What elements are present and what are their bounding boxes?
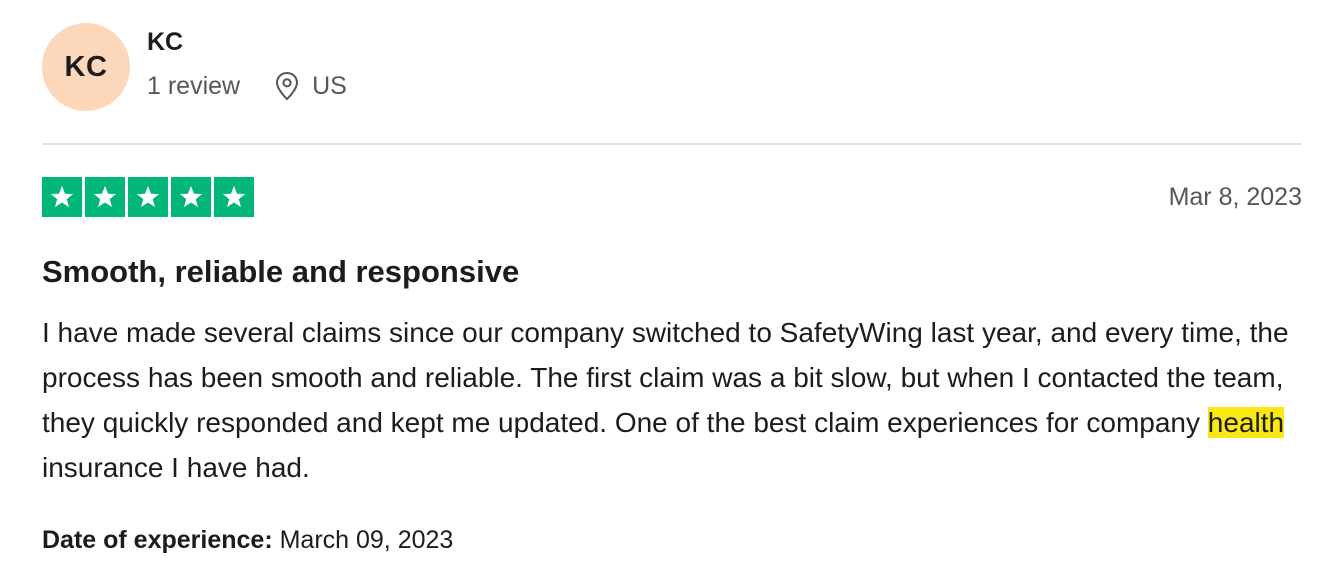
location-country: US	[312, 72, 347, 100]
avatar-initials: KC	[64, 50, 108, 83]
review-body-text: I have made several claims since our com…	[42, 317, 1289, 438]
star-icon	[171, 177, 211, 217]
review-card: KC KC 1 review US Mar 8, 2023 Smooth, re…	[42, 0, 1302, 580]
star-icon	[128, 177, 168, 217]
highlighted-keyword: health	[1207, 407, 1285, 438]
star-icon	[42, 177, 82, 217]
consumer-meta: 1 review US	[147, 71, 347, 101]
experience-label: Date of experience:	[42, 526, 273, 554]
star-icon	[214, 177, 254, 217]
location-pin-icon	[276, 71, 299, 101]
review-body-text-end: insurance I have had.	[42, 452, 310, 483]
consumer-info[interactable]: KC KC 1 review US	[42, 22, 347, 112]
consumer-name[interactable]: KC	[147, 27, 347, 57]
star-icon	[85, 177, 125, 217]
divider	[42, 143, 1302, 145]
star-rating	[42, 177, 254, 217]
review-count: 1 review	[147, 72, 241, 100]
experience-date: March 09, 2023	[279, 526, 454, 554]
date-of-experience: Date of experience: March 09, 2023	[42, 524, 453, 556]
review-body: I have made several claims since our com…	[42, 310, 1302, 490]
review-title[interactable]: Smooth, reliable and responsive	[42, 252, 519, 292]
review-date: Mar 8, 2023	[1168, 183, 1302, 211]
avatar[interactable]: KC	[42, 23, 130, 111]
consumer-details: KC 1 review US	[147, 23, 347, 111]
location: US	[274, 71, 347, 101]
